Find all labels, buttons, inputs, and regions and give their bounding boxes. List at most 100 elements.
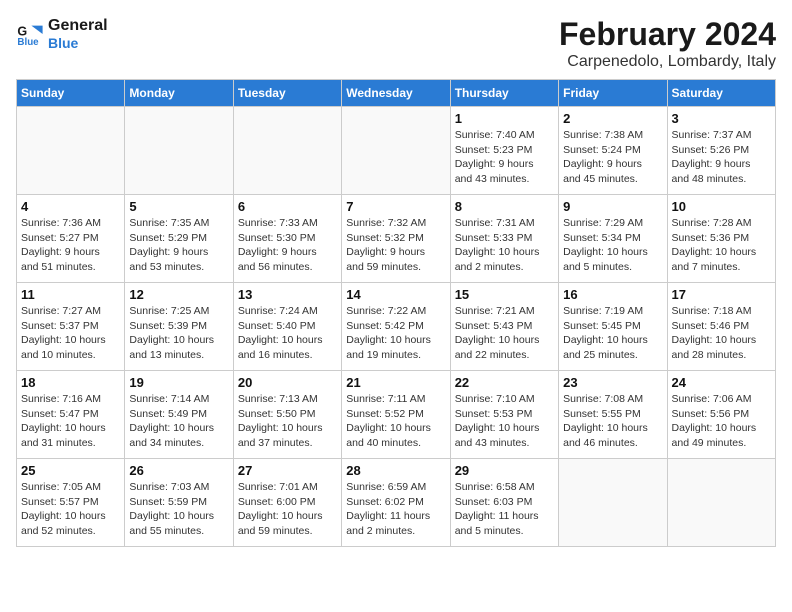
calendar-cell: 4 Sunrise: 7:36 AM Sunset: 5:27 PM Daylig… [17, 195, 125, 283]
day-info: Sunrise: 7:10 AM Sunset: 5:53 PM Dayligh… [455, 392, 554, 451]
day-info: Sunrise: 7:40 AM Sunset: 5:23 PM Dayligh… [455, 128, 554, 187]
weekday-header-wednesday: Wednesday [342, 80, 450, 107]
day-info: Sunrise: 7:25 AM Sunset: 5:39 PM Dayligh… [129, 304, 228, 363]
calendar-cell: 16 Sunrise: 7:19 AM Sunset: 5:45 PM Dayli… [559, 283, 667, 371]
day-info: Sunrise: 7:16 AM Sunset: 5:47 PM Dayligh… [21, 392, 120, 451]
calendar-cell: 21 Sunrise: 7:11 AM Sunset: 5:52 PM Dayli… [342, 371, 450, 459]
calendar-cell: 24 Sunrise: 7:06 AM Sunset: 5:56 PM Dayli… [667, 371, 775, 459]
day-info: Sunrise: 7:32 AM Sunset: 5:32 PM Dayligh… [346, 216, 445, 275]
day-number: 2 [563, 111, 662, 126]
calendar-cell: 17 Sunrise: 7:18 AM Sunset: 5:46 PM Dayli… [667, 283, 775, 371]
day-info: Sunrise: 7:28 AM Sunset: 5:36 PM Dayligh… [672, 216, 771, 275]
calendar-cell [17, 107, 125, 195]
calendar-cell: 29Sunrise: 6:58 AM Sunset: 6:03 PM Dayli… [450, 459, 558, 547]
day-info: Sunrise: 7:19 AM Sunset: 5:45 PM Dayligh… [563, 304, 662, 363]
day-number: 11 [21, 287, 120, 302]
calendar-cell: 9 Sunrise: 7:29 AM Sunset: 5:34 PM Daylig… [559, 195, 667, 283]
day-number: 27 [238, 463, 337, 478]
day-number: 24 [672, 375, 771, 390]
day-info: Sunrise: 7:27 AM Sunset: 5:37 PM Dayligh… [21, 304, 120, 363]
logo-blue: Blue [48, 35, 108, 52]
day-info: Sunrise: 7:31 AM Sunset: 5:33 PM Dayligh… [455, 216, 554, 275]
day-number: 7 [346, 199, 445, 214]
day-info: Sunrise: 7:08 AM Sunset: 5:55 PM Dayligh… [563, 392, 662, 451]
day-number: 3 [672, 111, 771, 126]
calendar-table: SundayMondayTuesdayWednesdayThursdayFrid… [16, 79, 776, 547]
calendar-cell [559, 459, 667, 547]
day-number: 21 [346, 375, 445, 390]
svg-text:Blue: Blue [17, 37, 39, 48]
day-info: Sunrise: 7:22 AM Sunset: 5:42 PM Dayligh… [346, 304, 445, 363]
day-info: Sunrise: 7:18 AM Sunset: 5:46 PM Dayligh… [672, 304, 771, 363]
weekday-header-thursday: Thursday [450, 80, 558, 107]
calendar-subtitle: Carpenedolo, Lombardy, Italy [559, 53, 776, 71]
calendar-cell: 26 Sunrise: 7:03 AM Sunset: 5:59 PM Dayli… [125, 459, 233, 547]
logo-icon: G Blue [16, 20, 44, 48]
day-info: Sunrise: 7:11 AM Sunset: 5:52 PM Dayligh… [346, 392, 445, 451]
day-number: 26 [129, 463, 228, 478]
calendar-cell [125, 107, 233, 195]
calendar-title: February 2024 [559, 16, 776, 53]
calendar-cell: 5Sunrise: 7:35 AM Sunset: 5:29 PM Daylig… [125, 195, 233, 283]
day-number: 15 [455, 287, 554, 302]
calendar-cell: 10 Sunrise: 7:28 AM Sunset: 5:36 PM Dayli… [667, 195, 775, 283]
calendar-cell: 14Sunrise: 7:22 AM Sunset: 5:42 PM Dayli… [342, 283, 450, 371]
day-number: 10 [672, 199, 771, 214]
title-block: February 2024 Carpenedolo, Lombardy, Ita… [559, 16, 776, 71]
calendar-cell: 8 Sunrise: 7:31 AM Sunset: 5:33 PM Daylig… [450, 195, 558, 283]
day-info: Sunrise: 7:37 AM Sunset: 5:26 PM Dayligh… [672, 128, 771, 187]
day-number: 5 [129, 199, 228, 214]
day-number: 12 [129, 287, 228, 302]
calendar-cell: 12 Sunrise: 7:25 AM Sunset: 5:39 PM Dayli… [125, 283, 233, 371]
calendar-cell: 7 Sunrise: 7:32 AM Sunset: 5:32 PM Daylig… [342, 195, 450, 283]
day-info: Sunrise: 7:36 AM Sunset: 5:27 PM Dayligh… [21, 216, 120, 275]
day-info: Sunrise: 7:03 AM Sunset: 5:59 PM Dayligh… [129, 480, 228, 539]
week-row-2: 11 Sunrise: 7:27 AM Sunset: 5:37 PM Dayli… [17, 283, 776, 371]
calendar-cell: 15 Sunrise: 7:21 AM Sunset: 5:43 PM Dayli… [450, 283, 558, 371]
weekday-header-row: SundayMondayTuesdayWednesdayThursdayFrid… [17, 80, 776, 107]
day-info: Sunrise: 7:13 AM Sunset: 5:50 PM Dayligh… [238, 392, 337, 451]
calendar-cell: 18Sunrise: 7:16 AM Sunset: 5:47 PM Dayli… [17, 371, 125, 459]
weekday-header-sunday: Sunday [17, 80, 125, 107]
day-number: 20 [238, 375, 337, 390]
weekday-header-friday: Friday [559, 80, 667, 107]
calendar-cell: 22Sunrise: 7:10 AM Sunset: 5:53 PM Dayli… [450, 371, 558, 459]
calendar-cell: 28Sunrise: 6:59 AM Sunset: 6:02 PM Dayli… [342, 459, 450, 547]
day-info: Sunrise: 6:59 AM Sunset: 6:02 PM Dayligh… [346, 480, 445, 539]
day-info: Sunrise: 7:29 AM Sunset: 5:34 PM Dayligh… [563, 216, 662, 275]
day-info: Sunrise: 7:38 AM Sunset: 5:24 PM Dayligh… [563, 128, 662, 187]
day-number: 8 [455, 199, 554, 214]
day-number: 13 [238, 287, 337, 302]
day-number: 1 [455, 111, 554, 126]
weekday-header-tuesday: Tuesday [233, 80, 341, 107]
day-number: 17 [672, 287, 771, 302]
week-row-4: 25 Sunrise: 7:05 AM Sunset: 5:57 PM Dayli… [17, 459, 776, 547]
day-number: 16 [563, 287, 662, 302]
day-info: Sunrise: 7:33 AM Sunset: 5:30 PM Dayligh… [238, 216, 337, 275]
svg-text:G: G [17, 24, 27, 38]
day-info: Sunrise: 7:05 AM Sunset: 5:57 PM Dayligh… [21, 480, 120, 539]
day-info: Sunrise: 7:14 AM Sunset: 5:49 PM Dayligh… [129, 392, 228, 451]
weekday-header-saturday: Saturday [667, 80, 775, 107]
calendar-cell: 6 Sunrise: 7:33 AM Sunset: 5:30 PM Daylig… [233, 195, 341, 283]
day-number: 25 [21, 463, 120, 478]
day-info: Sunrise: 7:21 AM Sunset: 5:43 PM Dayligh… [455, 304, 554, 363]
calendar-cell: 3 Sunrise: 7:37 AM Sunset: 5:26 PM Daylig… [667, 107, 775, 195]
logo: G Blue General Blue [16, 16, 108, 52]
day-number: 6 [238, 199, 337, 214]
calendar-cell: 11 Sunrise: 7:27 AM Sunset: 5:37 PM Dayli… [17, 283, 125, 371]
day-info: Sunrise: 7:06 AM Sunset: 5:56 PM Dayligh… [672, 392, 771, 451]
day-number: 9 [563, 199, 662, 214]
day-number: 19 [129, 375, 228, 390]
calendar-cell: 20 Sunrise: 7:13 AM Sunset: 5:50 PM Dayli… [233, 371, 341, 459]
week-row-3: 18Sunrise: 7:16 AM Sunset: 5:47 PM Dayli… [17, 371, 776, 459]
calendar-cell [667, 459, 775, 547]
calendar-cell: 25 Sunrise: 7:05 AM Sunset: 5:57 PM Dayli… [17, 459, 125, 547]
weekday-header-monday: Monday [125, 80, 233, 107]
day-number: 4 [21, 199, 120, 214]
day-number: 23 [563, 375, 662, 390]
day-info: Sunrise: 7:24 AM Sunset: 5:40 PM Dayligh… [238, 304, 337, 363]
week-row-1: 4 Sunrise: 7:36 AM Sunset: 5:27 PM Daylig… [17, 195, 776, 283]
calendar-cell: 1 Sunrise: 7:40 AM Sunset: 5:23 PM Daylig… [450, 107, 558, 195]
logo-general: General [48, 16, 108, 35]
